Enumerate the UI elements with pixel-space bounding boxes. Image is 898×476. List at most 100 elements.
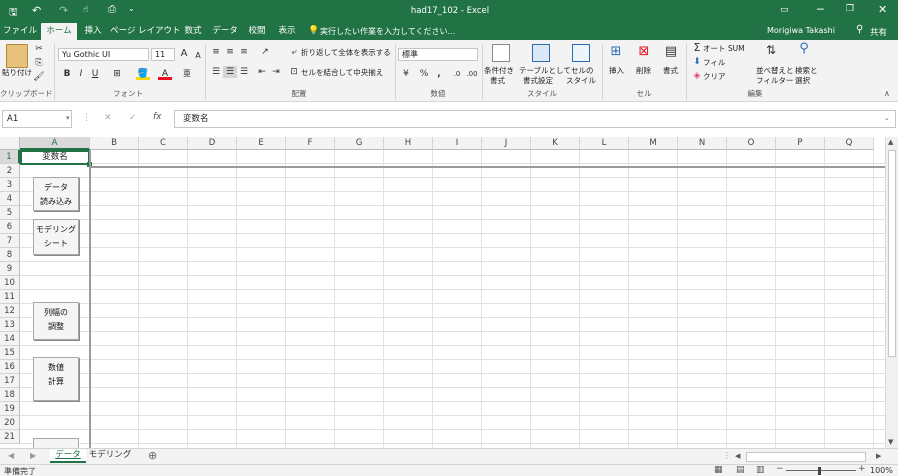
percent-button[interactable]: % xyxy=(417,68,431,80)
formula-input[interactable]: 変数名 xyxy=(174,110,896,128)
tab-insert[interactable]: 挿入 xyxy=(80,23,106,40)
copy-icon[interactable]: ⎘ xyxy=(32,57,46,69)
delete-cells-icon[interactable]: ⊠ xyxy=(637,45,651,58)
tab-home[interactable]: ホーム xyxy=(41,23,77,40)
row-header-12[interactable]: 12 xyxy=(0,304,20,318)
insert-cells-icon[interactable]: ⊞ xyxy=(609,45,623,58)
zoom-slider-thumb[interactable] xyxy=(818,467,821,475)
row-header-20[interactable]: 20 xyxy=(0,416,20,430)
decrease-decimal-icon[interactable]: .00 xyxy=(465,68,479,80)
italic-button[interactable]: I xyxy=(74,68,88,80)
find-select-l2[interactable]: 選択 xyxy=(795,76,810,86)
enter-entry-icon[interactable]: ✓ xyxy=(129,113,137,123)
row-header-2[interactable]: 2 xyxy=(0,164,20,178)
column-header-j[interactable]: J xyxy=(482,137,531,150)
undo-icon[interactable]: ↶ xyxy=(32,4,41,17)
grow-font-icon[interactable]: A xyxy=(177,48,191,60)
fill-button[interactable]: フィル xyxy=(703,58,725,68)
numeric-calc-button[interactable]: 数値 計算 xyxy=(33,357,79,401)
row-header-17[interactable]: 17 xyxy=(0,374,20,388)
sort-filter-l1[interactable]: 並べ替えと xyxy=(756,66,794,76)
tab-review[interactable]: 校閲 xyxy=(244,23,270,40)
align-top-icon[interactable]: ≡ xyxy=(209,46,223,58)
zoom-out-icon[interactable]: − xyxy=(776,464,784,474)
border-icon[interactable]: ⊞ xyxy=(110,68,124,80)
cell-a1[interactable]: 変数名 xyxy=(20,150,90,165)
ribbon-display-icon[interactable]: ▭ xyxy=(780,5,789,15)
touch-mode-icon[interactable]: ☝ xyxy=(83,5,88,15)
phonetic-icon[interactable]: 亜 xyxy=(180,68,194,80)
row-header-19[interactable]: 19 xyxy=(0,402,20,416)
font-size-select[interactable]: 11 xyxy=(151,48,175,61)
partial-macro-button[interactable] xyxy=(33,438,79,448)
save-icon[interactable]: 🖫 xyxy=(9,5,18,22)
column-header-e[interactable]: E xyxy=(237,137,286,150)
merge-center-button[interactable]: セルを結合して中央揃え xyxy=(301,68,383,78)
comma-button[interactable]: , xyxy=(432,68,446,80)
row-header-14[interactable]: 14 xyxy=(0,332,20,346)
tab-view[interactable]: 表示 xyxy=(274,23,300,40)
sheet-tab-data[interactable]: データ xyxy=(50,449,86,463)
column-header-n[interactable]: N xyxy=(678,137,727,150)
horizontal-scroll-thumb[interactable] xyxy=(746,452,866,462)
column-header-q[interactable]: Q xyxy=(825,137,874,150)
page-break-view-icon[interactable]: ▥ xyxy=(756,465,765,475)
number-format-select[interactable]: 標準 xyxy=(398,48,478,61)
row-header-7[interactable]: 7 xyxy=(0,234,20,248)
next-sheet-icon[interactable]: ▶ xyxy=(30,451,36,460)
zoom-level[interactable]: 100% xyxy=(870,466,893,475)
cancel-entry-icon[interactable]: ✕ xyxy=(104,113,112,123)
clear-button[interactable]: クリア xyxy=(703,72,726,82)
row-header-21[interactable]: 21 xyxy=(0,430,20,444)
sort-filter-icon[interactable]: ⇅ xyxy=(764,44,778,56)
row-header-18[interactable]: 18 xyxy=(0,388,20,402)
format-as-table-icon[interactable] xyxy=(532,44,550,62)
decrease-indent-icon[interactable]: ⇤ xyxy=(255,66,269,78)
sum-icon[interactable]: Σ xyxy=(690,42,704,54)
scroll-right-icon[interactable]: ▶ xyxy=(876,452,881,460)
wrap-text-button[interactable]: 折り返して全体を表示する xyxy=(301,48,391,58)
user-name[interactable]: Morigiwa Takashi xyxy=(767,26,835,35)
scroll-left-icon[interactable]: ◀ xyxy=(735,452,740,460)
align-right-icon[interactable]: ☰ xyxy=(237,66,251,78)
scroll-up-icon[interactable]: ▲ xyxy=(888,138,893,146)
row-header-15[interactable]: 15 xyxy=(0,346,20,360)
add-sheet-icon[interactable]: ⊕ xyxy=(148,449,157,462)
share-button[interactable]: 共有 xyxy=(870,26,887,38)
merge-center-icon[interactable]: ⊡ xyxy=(287,66,301,78)
redo-icon[interactable]: ↷ xyxy=(59,4,68,17)
prev-sheet-icon[interactable]: ◀ xyxy=(8,451,14,460)
expand-formula-icon[interactable]: ⌄ xyxy=(884,114,890,122)
worksheet-grid[interactable]: ABCDEFGHIJKLMNOPQ 1 2 3 4 5 6 7 8 9 10 11 12 13 14 15 1… xyxy=(0,137,885,448)
column-header-d[interactable]: D xyxy=(188,137,237,150)
row-header-11[interactable]: 11 xyxy=(0,290,20,304)
modeling-sheet-button[interactable]: モデリング シート xyxy=(33,219,79,255)
increase-decimal-icon[interactable]: .0 xyxy=(450,68,464,80)
column-header-k[interactable]: K xyxy=(531,137,580,150)
row-header-4[interactable]: 4 xyxy=(0,192,20,206)
minimize-icon[interactable]: ─ xyxy=(817,3,824,16)
row-header-6[interactable]: 6 xyxy=(0,220,20,234)
insert-function-icon[interactable]: fx xyxy=(153,112,162,122)
close-icon[interactable]: ✕ xyxy=(878,3,887,16)
increase-indent-icon[interactable]: ⇥ xyxy=(269,66,283,78)
underline-button[interactable]: U xyxy=(88,68,102,80)
fill-icon[interactable]: ⬇ xyxy=(690,56,704,68)
column-header-b[interactable]: B xyxy=(90,137,139,150)
paste-button[interactable]: 貼り付け xyxy=(2,68,32,78)
customize-qat-icon[interactable]: ⌄ xyxy=(128,4,135,13)
align-left-icon[interactable]: ☰ xyxy=(209,66,223,78)
conditional-format-l2[interactable]: 書式 xyxy=(490,76,505,86)
print-preview-icon[interactable]: ⎙ xyxy=(108,4,116,15)
tab-formulas[interactable]: 数式 xyxy=(180,23,206,40)
format-as-table-l1[interactable]: テーブルとして xyxy=(519,66,571,76)
vertical-scroll-thumb[interactable] xyxy=(888,150,896,357)
column-header-l[interactable]: L xyxy=(580,137,629,150)
font-color-button[interactable]: A xyxy=(158,68,172,80)
column-width-button[interactable]: 列幅の 調整 xyxy=(33,302,79,340)
column-header-o[interactable]: O xyxy=(727,137,776,150)
format-as-table-l2[interactable]: 書式設定 xyxy=(523,76,553,86)
clear-icon[interactable]: ◈ xyxy=(690,70,704,82)
zoom-in-icon[interactable]: + xyxy=(858,464,866,474)
sort-filter-l2[interactable]: フィルター xyxy=(756,76,793,86)
